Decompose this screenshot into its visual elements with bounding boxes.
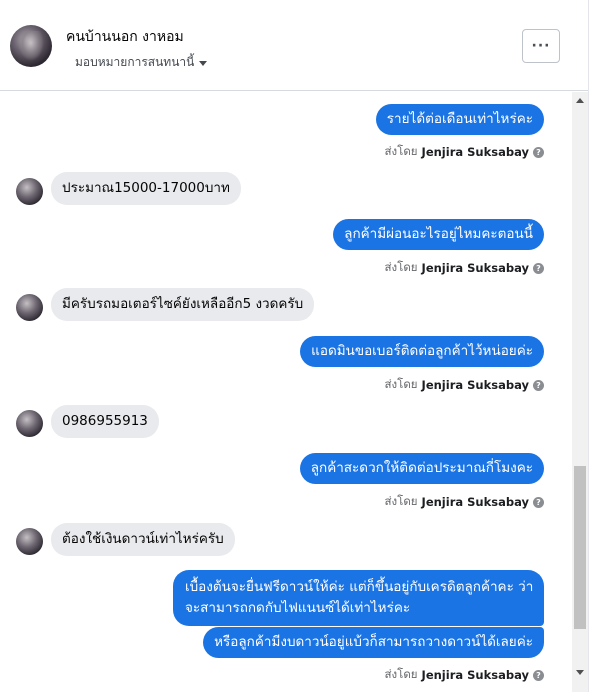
more-icon: ··· xyxy=(531,38,551,54)
contact-avatar-small xyxy=(16,178,43,205)
sent-by-prefix: ส่งโดย xyxy=(384,144,418,158)
more-options-button[interactable]: ··· xyxy=(522,29,560,63)
sent-by-prefix: ส่งโดย xyxy=(384,260,418,274)
scroll-up-arrow-icon[interactable] xyxy=(576,98,584,103)
caret-down-icon xyxy=(199,60,208,66)
contact-avatar-small xyxy=(16,410,43,437)
assign-label: มอบหมายการสนทนานี้ xyxy=(75,55,195,69)
help-icon[interactable]: ? xyxy=(533,262,544,274)
sent-by-label: ส่งโดย Jenjira Suksabay ? xyxy=(385,666,544,684)
incoming-message[interactable]: มีครับรถมอเตอร์ไซค์ยังเหลืออีก5 งวดครับ xyxy=(51,288,315,321)
outgoing-message-multiline[interactable]: เบื้องต้นจะยื่นฟรีดาวน์ให้ค่ะ แต่ก็ขึ้นอ… xyxy=(173,570,544,626)
sent-by-prefix: ส่งโดย xyxy=(384,494,418,508)
help-icon[interactable]: ? xyxy=(533,146,544,158)
outgoing-message[interactable]: ลูกค้าสะดวกให้ติดต่อประมาณกี่โมงคะ xyxy=(299,453,544,484)
contact-name[interactable]: คนบ้านนอก งาหอม xyxy=(66,26,184,48)
outgoing-message[interactable]: แอดมินขอเบอร์ติดต่อลูกค้าไว้หน่อยค่ะ xyxy=(300,336,544,367)
scroll-thumb[interactable] xyxy=(574,466,586,629)
sent-by-label: ส่งโดย Jenjira Suksabay ? xyxy=(385,259,544,277)
help-icon[interactable]: ? xyxy=(533,669,544,681)
incoming-message[interactable]: 0986955913 xyxy=(51,405,159,438)
sender-name: Jenjira Suksabay xyxy=(421,145,529,159)
conversation-header: คนบ้านนอก งาหอม มอบหมายการสนทนานี้ ··· xyxy=(0,0,588,91)
contact-avatar-small xyxy=(16,294,43,321)
sender-name: Jenjira Suksabay xyxy=(421,261,529,275)
sent-by-prefix: ส่งโดย xyxy=(384,377,418,391)
outgoing-message[interactable]: รายได้ต่อเดือนเท่าไหร่คะ xyxy=(375,104,544,135)
contact-avatar[interactable] xyxy=(10,25,52,67)
scroll-down-arrow-icon[interactable] xyxy=(576,670,584,675)
assign-conversation-dropdown[interactable]: มอบหมายการสนทนานี้ xyxy=(75,53,208,72)
sent-by-label: ส่งโดย Jenjira Suksabay ? xyxy=(385,143,544,161)
message-scrollbar[interactable] xyxy=(572,92,588,692)
sent-by-label: ส่งโดย Jenjira Suksabay ? xyxy=(385,493,544,511)
incoming-message[interactable]: ต้องใช้เงินดาวน์เท่าไหร่ครับ xyxy=(51,523,235,556)
contact-avatar-small xyxy=(16,528,43,555)
panel-divider xyxy=(588,0,599,692)
sent-by-label: ส่งโดย Jenjira Suksabay ? xyxy=(385,376,544,394)
incoming-message[interactable]: ประมาณ15000-17000บาท xyxy=(51,172,241,205)
help-icon[interactable]: ? xyxy=(533,379,544,391)
message-line: เบื้องต้นจะยื่นฟรีดาวน์ให้ค่ะ แต่ก็ขึ้นอ… xyxy=(185,579,534,595)
message-line: จะสามารถกดกับไฟแนนซ์ได้เท่าไหร่คะ xyxy=(185,600,411,616)
outgoing-message[interactable]: ลูกค้ามีผ่อนอะไรอยู่ไหมคะตอนนี้ xyxy=(333,219,544,250)
help-icon[interactable]: ? xyxy=(533,496,544,508)
sender-name: Jenjira Suksabay xyxy=(421,668,529,682)
outgoing-message[interactable]: หรือลูกค้ามีงบดาวน์อยู่แบ้วก็สามารถวางดา… xyxy=(203,627,544,658)
sent-by-prefix: ส่งโดย xyxy=(384,667,418,681)
message-thread: รายได้ต่อเดือนเท่าไหร่คะ ส่งโดย Jenjira … xyxy=(0,92,572,692)
sender-name: Jenjira Suksabay xyxy=(421,378,529,392)
sender-name: Jenjira Suksabay xyxy=(421,495,529,509)
